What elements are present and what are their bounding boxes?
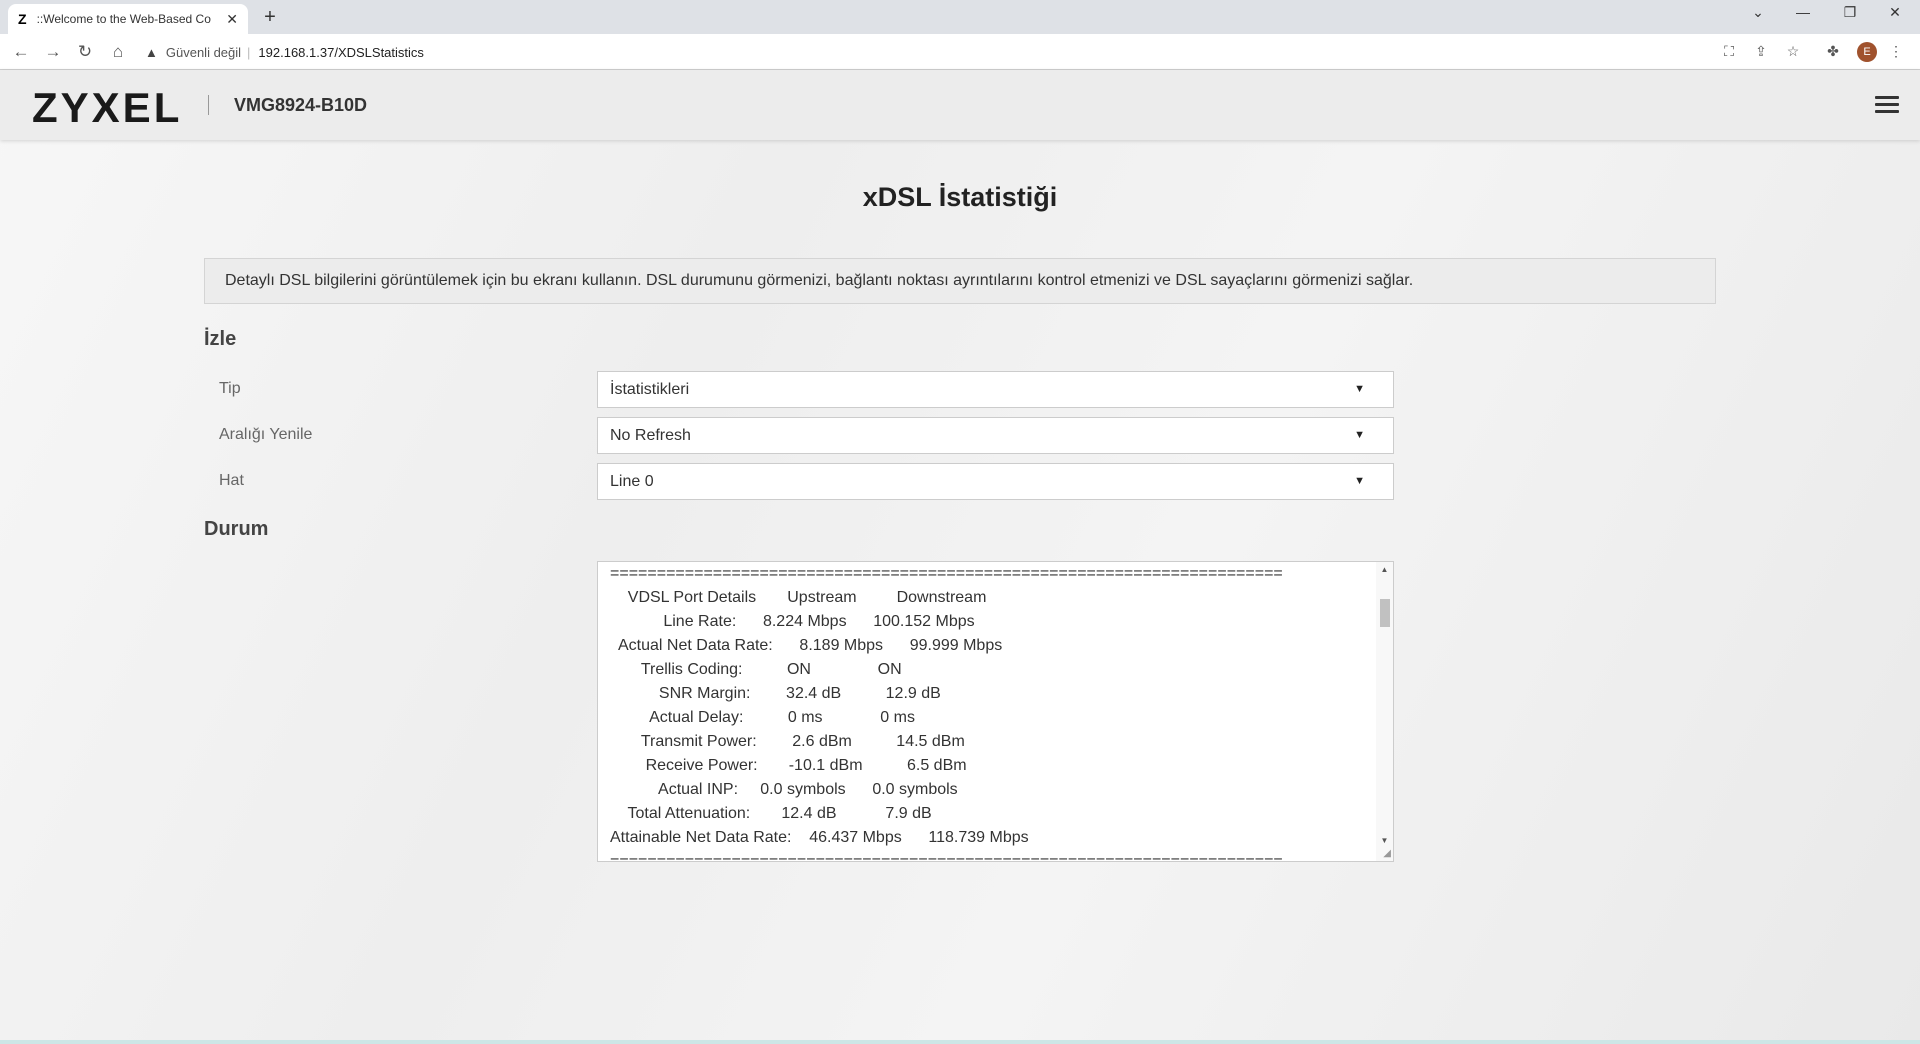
warning-icon[interactable]: ▲: [145, 45, 158, 60]
hamburger-menu-icon[interactable]: [1875, 96, 1899, 114]
page-description: Detaylı DSL bilgilerini görüntülemek içi…: [204, 258, 1716, 304]
zyxel-logo[interactable]: ZYXEL: [32, 84, 182, 132]
scrollbar-thumb[interactable]: [1380, 599, 1390, 627]
status-text: ========================================…: [610, 565, 1283, 862]
line-select-value: Line 0: [610, 473, 654, 490]
minimize-button[interactable]: —: [1788, 4, 1818, 20]
device-model: VMG8924-B10D: [234, 95, 368, 115]
restore-button[interactable]: ❐: [1835, 4, 1865, 21]
status-section-title: Durum: [204, 518, 269, 540]
type-select-value: İstatistikleri: [610, 381, 690, 398]
address-separator: |: [247, 44, 251, 60]
reload-icon[interactable]: ↻: [73, 42, 97, 62]
page-title: xDSL İstatistiği: [862, 182, 1058, 212]
scroll-down-icon[interactable]: ▼: [1376, 836, 1393, 845]
extensions-icon[interactable]: ✤: [1823, 43, 1843, 60]
status-scrollbar[interactable]: ▲ ▼: [1376, 562, 1393, 861]
line-label: Hat: [219, 472, 244, 489]
type-select[interactable]: İstatistikleri ▼: [597, 371, 1394, 408]
home-icon[interactable]: ⌂: [106, 42, 130, 62]
refresh-interval-value: No Refresh: [610, 427, 691, 444]
status-textarea[interactable]: ========================================…: [597, 561, 1394, 862]
new-tab-button[interactable]: +: [260, 6, 280, 29]
browser-tab[interactable]: Z ::Welcome to the Web-Based Co ✕: [8, 4, 248, 34]
zyxel-favicon-icon: Z: [18, 11, 27, 27]
refresh-interval-label: Aralığı Yenile: [219, 426, 313, 443]
url-text[interactable]: 192.168.1.37/XDSLStatistics: [258, 45, 424, 60]
close-window-button[interactable]: ✕: [1880, 4, 1910, 21]
type-label: Tip: [219, 380, 241, 397]
scroll-up-icon[interactable]: ▲: [1376, 565, 1393, 574]
browser-toolbar: ← → ↻ ⌂ ▲ Güvenli değil | 192.168.1.37/X…: [0, 34, 1920, 70]
address-bar[interactable]: ▲ Güvenli değil | 192.168.1.37/XDSLStati…: [145, 38, 1645, 66]
bookmark-star-icon[interactable]: ☆: [1783, 43, 1803, 60]
chevron-down-icon: ▼: [1354, 383, 1365, 395]
browser-tab-bar: Z ::Welcome to the Web-Based Co ✕ + ⌄ — …: [0, 0, 1920, 34]
translate-icon[interactable]: ⛶: [1719, 43, 1739, 60]
bottom-strip: [0, 1040, 1920, 1044]
refresh-interval-select[interactable]: No Refresh ▼: [597, 417, 1394, 454]
header-divider: [208, 95, 209, 115]
browser-menu-icon[interactable]: ⋮: [1886, 43, 1906, 60]
close-tab-icon[interactable]: ✕: [226, 11, 238, 28]
forward-icon[interactable]: →: [41, 42, 65, 62]
resize-grip-icon[interactable]: ◢: [1383, 848, 1391, 859]
line-select[interactable]: Line 0 ▼: [597, 463, 1394, 500]
insecure-label[interactable]: Güvenli değil: [166, 45, 241, 60]
chevron-down-icon: ▼: [1354, 475, 1365, 487]
profile-avatar[interactable]: E: [1857, 42, 1877, 62]
router-header: ZYXEL VMG8924-B10D: [0, 70, 1920, 140]
back-icon[interactable]: ←: [9, 42, 33, 62]
tab-search-icon[interactable]: ⌄: [1743, 4, 1773, 21]
share-icon[interactable]: ⇪: [1751, 43, 1771, 60]
monitor-section-title: İzle: [204, 328, 237, 350]
chevron-down-icon: ▼: [1354, 429, 1365, 441]
tab-title: ::Welcome to the Web-Based Co: [36, 12, 211, 26]
router-page: ZYXEL VMG8924-B10D xDSL İstatistiği Deta…: [0, 70, 1920, 1044]
